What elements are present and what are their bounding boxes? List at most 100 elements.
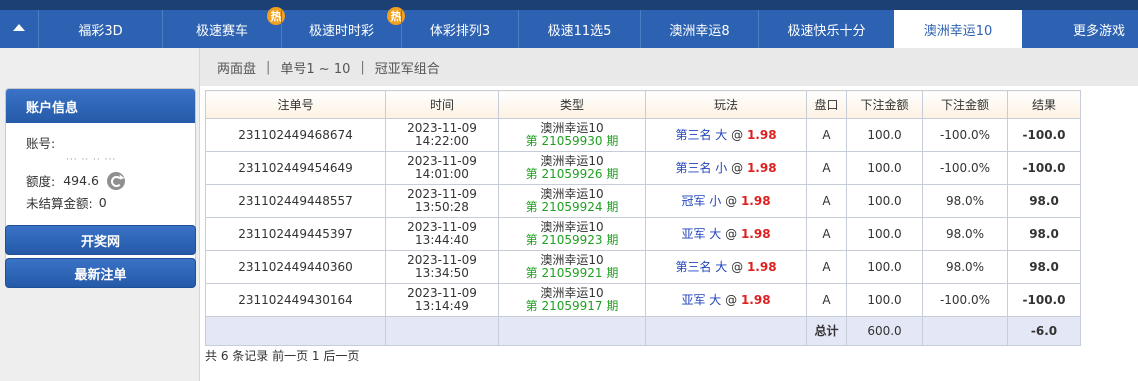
nav-tab-label: 极速11选5 [547, 23, 612, 39]
bet-result: -100.0 [1007, 151, 1081, 185]
account-label: 账号: [26, 136, 56, 151]
unsettled-value: 0 [98, 195, 107, 210]
odds-value: 1.98 [740, 226, 771, 241]
bet-amount: 100.0 [846, 151, 923, 185]
bet-type: 澳洲幸运10 第 21059926 期 [498, 151, 646, 185]
bet-pan: A [806, 283, 847, 317]
bet-time: 2023-11-09 13:50:28 [385, 184, 499, 218]
bet-id: 231102449448557 [205, 184, 386, 218]
bet-id: 231102449468674 [205, 118, 386, 152]
total-amount: 600.0 [846, 316, 923, 346]
col-header-result: 结果 [1007, 90, 1081, 119]
odds-value: 1.98 [746, 160, 777, 175]
subnav-champion-combo[interactable]: 冠亚军组合 [375, 58, 440, 77]
bet-amount: 100.0 [846, 118, 923, 152]
bet-result: 98.0 [1007, 217, 1081, 251]
top-navigation: 福彩3D 极速赛车热极速时时彩热 体彩排列3 极速11选5 澳洲幸运8 极速快乐十分 澳洲幸… [0, 0, 1138, 48]
at-sign: @ [725, 292, 738, 307]
unsettled-label: 未结算金额: [26, 196, 93, 211]
bet-type: 澳洲幸运10 第 21059930 期 [498, 118, 646, 152]
table-row: 231102449448557 2023-11-09 13:50:28 澳洲幸运10 第… [205, 184, 1081, 218]
bet-rate: -100.0% [922, 118, 1008, 152]
bet-type: 澳洲幸运10 第 21059917 期 [498, 283, 646, 317]
bet-type: 澳洲幸运10 第 21059923 期 [498, 217, 646, 251]
at-sign: @ [725, 226, 738, 241]
bet-rate: 98.0% [922, 184, 1008, 218]
bet-period: 第 21059924 期 [525, 200, 619, 214]
col-header-type: 类型 [498, 90, 646, 119]
refresh-icon[interactable] [107, 171, 126, 190]
nav-tab[interactable]: 极速赛车热 [162, 7, 285, 48]
col-header-pan: 盘口 [806, 90, 847, 119]
bet-id: 231102449454649 [205, 151, 386, 185]
subnav-two-sides[interactable]: 两面盘 [217, 58, 256, 77]
odds-value: 1.98 [746, 127, 777, 142]
odds-value: 1.98 [740, 292, 771, 307]
bet-rate: 98.0% [922, 250, 1008, 284]
bet-play: 第三名 小 @ 1.98 [645, 151, 807, 185]
table-row: 231102449440360 2023-11-09 13:34:50 澳洲幸运10 第… [205, 250, 1081, 284]
bet-period: 第 21059921 期 [525, 266, 619, 280]
table-row: 231102449468674 2023-11-09 14:22:00 澳洲幸运10 第… [205, 118, 1081, 152]
col-header-bet-id: 注单号 [205, 90, 386, 119]
bet-amount: 100.0 [846, 250, 923, 284]
nav-tab[interactable]: 福彩3D [38, 10, 162, 48]
bet-time: 2023-11-09 13:14:49 [385, 283, 499, 317]
pagination: 共 6 条记录 前一页 1 后一页 [205, 349, 360, 363]
bet-id: 231102449430164 [205, 283, 386, 317]
bet-result: -100.0 [1007, 283, 1081, 317]
bet-clock: 13:34:50 [415, 266, 469, 280]
bet-period: 第 21059930 期 [525, 134, 619, 148]
bet-pan: A [806, 184, 847, 218]
nav-tab-label: 澳洲幸运8 [669, 23, 730, 39]
odds-value: 1.98 [740, 193, 771, 208]
table-header-row: 注单号 时间 类型 玩法 盘口 下注金额 下注金额 结果 [205, 90, 1081, 119]
nav-tab[interactable]: 极速11选5 [518, 10, 640, 48]
bet-pan: A [806, 151, 847, 185]
account-value-masked: ··· ·· ·· ··· [66, 155, 117, 165]
nav-tab-label: 体彩排列3 [429, 23, 491, 39]
col-header-amount-rate: 下注金额 [922, 90, 1008, 119]
bet-period: 第 21059923 期 [525, 233, 619, 247]
sub-navigation: 两面盘 | 单号1 ~ 10 | 冠亚军组合 [200, 48, 1138, 86]
lottery-results-button[interactable]: 开奖网 [5, 225, 196, 255]
bet-clock: 14:22:00 [415, 134, 469, 148]
play-name: 亚军 大 [681, 292, 722, 307]
table-row: 231102449430164 2023-11-09 13:14:49 澳洲幸运10 第… [205, 283, 1081, 317]
collapse-toggle-button[interactable] [0, 0, 38, 48]
play-name: 第三名 大 [675, 259, 728, 274]
at-sign: @ [731, 127, 744, 142]
bet-play: 第三名 大 @ 1.98 [645, 118, 807, 152]
bet-period: 第 21059926 期 [525, 167, 619, 181]
bet-id: 231102449445397 [205, 217, 386, 251]
nav-tab[interactable]: 澳洲幸运8 [640, 10, 758, 48]
bet-clock: 13:14:49 [415, 299, 469, 313]
bet-play: 亚军 大 @ 1.98 [645, 283, 807, 317]
nav-tab-label: 极速时时彩 [308, 23, 374, 39]
balance-row: 额度: 494.6 [26, 171, 126, 190]
col-header-amount: 下注金额 [846, 90, 923, 119]
bet-amount: 100.0 [846, 184, 923, 218]
bet-clock: 13:50:28 [415, 200, 469, 214]
more-games-tab[interactable]: 更多游戏 [1060, 10, 1138, 48]
bet-result: 98.0 [1007, 184, 1081, 218]
at-sign: @ [731, 259, 744, 274]
nav-tab[interactable]: 极速时时彩热 [281, 7, 405, 48]
arrow-up-icon [13, 23, 25, 31]
col-header-play: 玩法 [645, 90, 807, 119]
latest-bets-button[interactable]: 最新注单 [5, 258, 196, 288]
subnav-single-number[interactable]: 单号1 ~ 10 [280, 58, 350, 77]
bet-id: 231102449440360 [205, 250, 386, 284]
bet-play: 冠军 小 @ 1.98 [645, 184, 807, 218]
bet-type: 澳洲幸运10 第 21059921 期 [498, 250, 646, 284]
game-tabs: 福彩3D 极速赛车热极速时时彩热 体彩排列3 极速11选5 澳洲幸运8 极速快乐十分 澳洲幸… [38, 0, 1022, 48]
bet-time: 2023-11-09 14:22:00 [385, 118, 499, 152]
bet-result: -100.0 [1007, 118, 1081, 152]
col-header-time: 时间 [385, 90, 499, 119]
nav-tab-label: 福彩3D [78, 23, 123, 39]
nav-tab[interactable]: 极速快乐十分 [758, 10, 894, 48]
nav-tab[interactable]: 澳洲幸运10 [894, 10, 1022, 48]
bet-rate: -100.0% [922, 151, 1008, 185]
nav-tab[interactable]: 体彩排列3 [401, 10, 518, 48]
bet-time: 2023-11-09 13:44:40 [385, 217, 499, 251]
